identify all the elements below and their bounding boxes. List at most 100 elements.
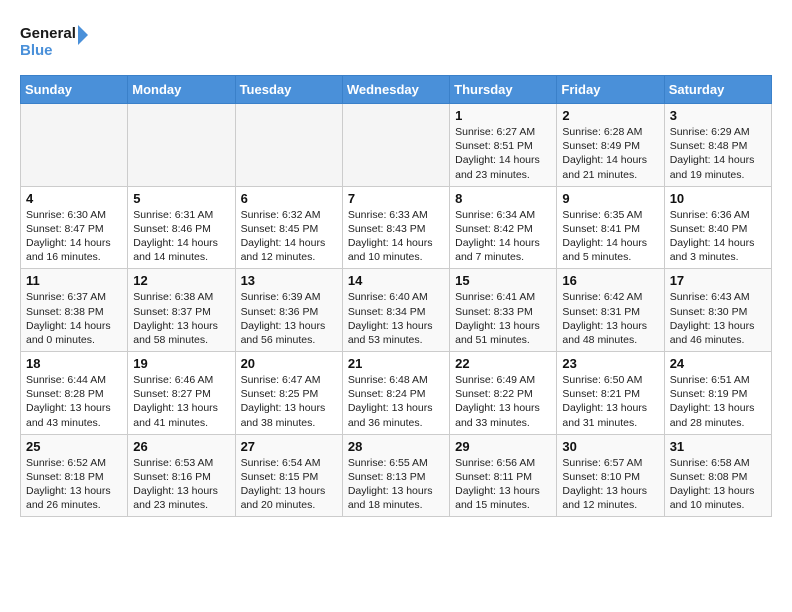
weekday-header-row: SundayMondayTuesdayWednesdayThursdayFrid…: [21, 76, 772, 104]
calendar-cell: 15 Sunrise: 6:41 AM Sunset: 8:33 PM Dayli…: [450, 269, 557, 352]
calendar-cell: 20Sunrise: 6:47 AM Sunset: 8:25 PM Dayli…: [235, 352, 342, 435]
calendar-cell: 7 Sunrise: 6:33 AM Sunset: 8:43 PM Daylig…: [342, 186, 449, 269]
day-number: 18: [26, 356, 122, 371]
day-number: 30: [562, 439, 658, 454]
calendar-cell: 8Sunrise: 6:34 AM Sunset: 8:42 PM Daylig…: [450, 186, 557, 269]
day-info: Sunrise: 6:37 AM Sunset: 8:38 PM Dayligh…: [26, 290, 122, 347]
day-info: Sunrise: 6:51 AM Sunset: 8:19 PM Dayligh…: [670, 373, 766, 430]
logo-svg: General Blue: [20, 20, 90, 65]
day-info: Sunrise: 6:31 AM Sunset: 8:46 PM Dayligh…: [133, 208, 229, 265]
day-info: Sunrise: 6:54 AM Sunset: 8:15 PM Dayligh…: [241, 456, 337, 513]
day-number: 22: [455, 356, 551, 371]
calendar-week-row: 25 Sunrise: 6:52 AM Sunset: 8:18 PM Dayli…: [21, 434, 772, 517]
day-info: Sunrise: 6:55 AM Sunset: 8:13 PM Dayligh…: [348, 456, 444, 513]
calendar-cell: 19Sunrise: 6:46 AM Sunset: 8:27 PM Dayli…: [128, 352, 235, 435]
day-info: Sunrise: 6:44 AM Sunset: 8:28 PM Dayligh…: [26, 373, 122, 430]
calendar-cell: 26Sunrise: 6:53 AM Sunset: 8:16 PM Dayli…: [128, 434, 235, 517]
calendar-week-row: 4 Sunrise: 6:30 AM Sunset: 8:47 PM Daylig…: [21, 186, 772, 269]
calendar-cell: 31 Sunrise: 6:58 AM Sunset: 8:08 PM Dayli…: [664, 434, 771, 517]
day-info: Sunrise: 6:29 AM Sunset: 8:48 PM Dayligh…: [670, 125, 766, 182]
day-number: 8: [455, 191, 551, 206]
day-info: Sunrise: 6:49 AM Sunset: 8:22 PM Dayligh…: [455, 373, 551, 430]
day-number: 9: [562, 191, 658, 206]
calendar-cell: 11 Sunrise: 6:37 AM Sunset: 8:38 PM Dayli…: [21, 269, 128, 352]
day-info: Sunrise: 6:42 AM Sunset: 8:31 PM Dayligh…: [562, 290, 658, 347]
calendar-cell: 28Sunrise: 6:55 AM Sunset: 8:13 PM Dayli…: [342, 434, 449, 517]
day-number: 7: [348, 191, 444, 206]
day-info: Sunrise: 6:40 AM Sunset: 8:34 PM Dayligh…: [348, 290, 444, 347]
calendar-cell: 29 Sunrise: 6:56 AM Sunset: 8:11 PM Dayli…: [450, 434, 557, 517]
weekday-header: Saturday: [664, 76, 771, 104]
day-info: Sunrise: 6:36 AM Sunset: 8:40 PM Dayligh…: [670, 208, 766, 265]
day-number: 5: [133, 191, 229, 206]
day-number: 13: [241, 273, 337, 288]
calendar-table: SundayMondayTuesdayWednesdayThursdayFrid…: [20, 75, 772, 517]
day-number: 23: [562, 356, 658, 371]
day-number: 21: [348, 356, 444, 371]
day-info: Sunrise: 6:41 AM Sunset: 8:33 PM Dayligh…: [455, 290, 551, 347]
calendar-cell: 6 Sunrise: 6:32 AM Sunset: 8:45 PM Daylig…: [235, 186, 342, 269]
day-number: 16: [562, 273, 658, 288]
day-info: Sunrise: 6:47 AM Sunset: 8:25 PM Dayligh…: [241, 373, 337, 430]
calendar-cell: 18 Sunrise: 6:44 AM Sunset: 8:28 PM Dayli…: [21, 352, 128, 435]
day-number: 10: [670, 191, 766, 206]
day-info: Sunrise: 6:27 AM Sunset: 8:51 PM Dayligh…: [455, 125, 551, 182]
calendar-cell: 25 Sunrise: 6:52 AM Sunset: 8:18 PM Dayli…: [21, 434, 128, 517]
calendar-cell: 2 Sunrise: 6:28 AM Sunset: 8:49 PM Daylig…: [557, 104, 664, 187]
day-number: 3: [670, 108, 766, 123]
day-number: 29: [455, 439, 551, 454]
calendar-cell: 4 Sunrise: 6:30 AM Sunset: 8:47 PM Daylig…: [21, 186, 128, 269]
calendar-cell: [342, 104, 449, 187]
svg-text:General: General: [20, 25, 76, 42]
day-info: Sunrise: 6:56 AM Sunset: 8:11 PM Dayligh…: [455, 456, 551, 513]
day-info: Sunrise: 6:35 AM Sunset: 8:41 PM Dayligh…: [562, 208, 658, 265]
day-info: Sunrise: 6:52 AM Sunset: 8:18 PM Dayligh…: [26, 456, 122, 513]
calendar-cell: 17 Sunrise: 6:43 AM Sunset: 8:30 PM Dayli…: [664, 269, 771, 352]
calendar-cell: 23 Sunrise: 6:50 AM Sunset: 8:21 PM Dayli…: [557, 352, 664, 435]
day-number: 6: [241, 191, 337, 206]
calendar-cell: 14 Sunrise: 6:40 AM Sunset: 8:34 PM Dayli…: [342, 269, 449, 352]
day-info: Sunrise: 6:33 AM Sunset: 8:43 PM Dayligh…: [348, 208, 444, 265]
day-number: 15: [455, 273, 551, 288]
day-info: Sunrise: 6:58 AM Sunset: 8:08 PM Dayligh…: [670, 456, 766, 513]
day-info: Sunrise: 6:46 AM Sunset: 8:27 PM Dayligh…: [133, 373, 229, 430]
day-info: Sunrise: 6:38 AM Sunset: 8:37 PM Dayligh…: [133, 290, 229, 347]
calendar-cell: 10 Sunrise: 6:36 AM Sunset: 8:40 PM Dayli…: [664, 186, 771, 269]
weekday-header: Sunday: [21, 76, 128, 104]
calendar-cell: 1Sunrise: 6:27 AM Sunset: 8:51 PM Daylig…: [450, 104, 557, 187]
svg-text:Blue: Blue: [20, 42, 53, 59]
logo: General Blue: [20, 20, 90, 65]
day-info: Sunrise: 6:50 AM Sunset: 8:21 PM Dayligh…: [562, 373, 658, 430]
day-info: Sunrise: 6:53 AM Sunset: 8:16 PM Dayligh…: [133, 456, 229, 513]
day-number: 27: [241, 439, 337, 454]
weekday-header: Friday: [557, 76, 664, 104]
calendar-cell: 30Sunrise: 6:57 AM Sunset: 8:10 PM Dayli…: [557, 434, 664, 517]
weekday-header: Wednesday: [342, 76, 449, 104]
day-number: 17: [670, 273, 766, 288]
calendar-cell: 22 Sunrise: 6:49 AM Sunset: 8:22 PM Dayli…: [450, 352, 557, 435]
day-number: 12: [133, 273, 229, 288]
day-number: 2: [562, 108, 658, 123]
day-number: 25: [26, 439, 122, 454]
day-number: 14: [348, 273, 444, 288]
calendar-cell: 27 Sunrise: 6:54 AM Sunset: 8:15 PM Dayli…: [235, 434, 342, 517]
day-number: 11: [26, 273, 122, 288]
calendar-cell: 24Sunrise: 6:51 AM Sunset: 8:19 PM Dayli…: [664, 352, 771, 435]
calendar-cell: 3 Sunrise: 6:29 AM Sunset: 8:48 PM Daylig…: [664, 104, 771, 187]
day-number: 4: [26, 191, 122, 206]
calendar-week-row: 1Sunrise: 6:27 AM Sunset: 8:51 PM Daylig…: [21, 104, 772, 187]
day-number: 31: [670, 439, 766, 454]
calendar-cell: [235, 104, 342, 187]
day-info: Sunrise: 6:30 AM Sunset: 8:47 PM Dayligh…: [26, 208, 122, 265]
calendar-week-row: 18 Sunrise: 6:44 AM Sunset: 8:28 PM Dayli…: [21, 352, 772, 435]
weekday-header: Monday: [128, 76, 235, 104]
day-info: Sunrise: 6:32 AM Sunset: 8:45 PM Dayligh…: [241, 208, 337, 265]
day-info: Sunrise: 6:43 AM Sunset: 8:30 PM Dayligh…: [670, 290, 766, 347]
calendar-cell: 16 Sunrise: 6:42 AM Sunset: 8:31 PM Dayli…: [557, 269, 664, 352]
calendar-cell: 21Sunrise: 6:48 AM Sunset: 8:24 PM Dayli…: [342, 352, 449, 435]
day-info: Sunrise: 6:39 AM Sunset: 8:36 PM Dayligh…: [241, 290, 337, 347]
calendar-cell: 12 Sunrise: 6:38 AM Sunset: 8:37 PM Dayli…: [128, 269, 235, 352]
day-info: Sunrise: 6:28 AM Sunset: 8:49 PM Dayligh…: [562, 125, 658, 182]
calendar-cell: [128, 104, 235, 187]
calendar-cell: 5 Sunrise: 6:31 AM Sunset: 8:46 PM Daylig…: [128, 186, 235, 269]
